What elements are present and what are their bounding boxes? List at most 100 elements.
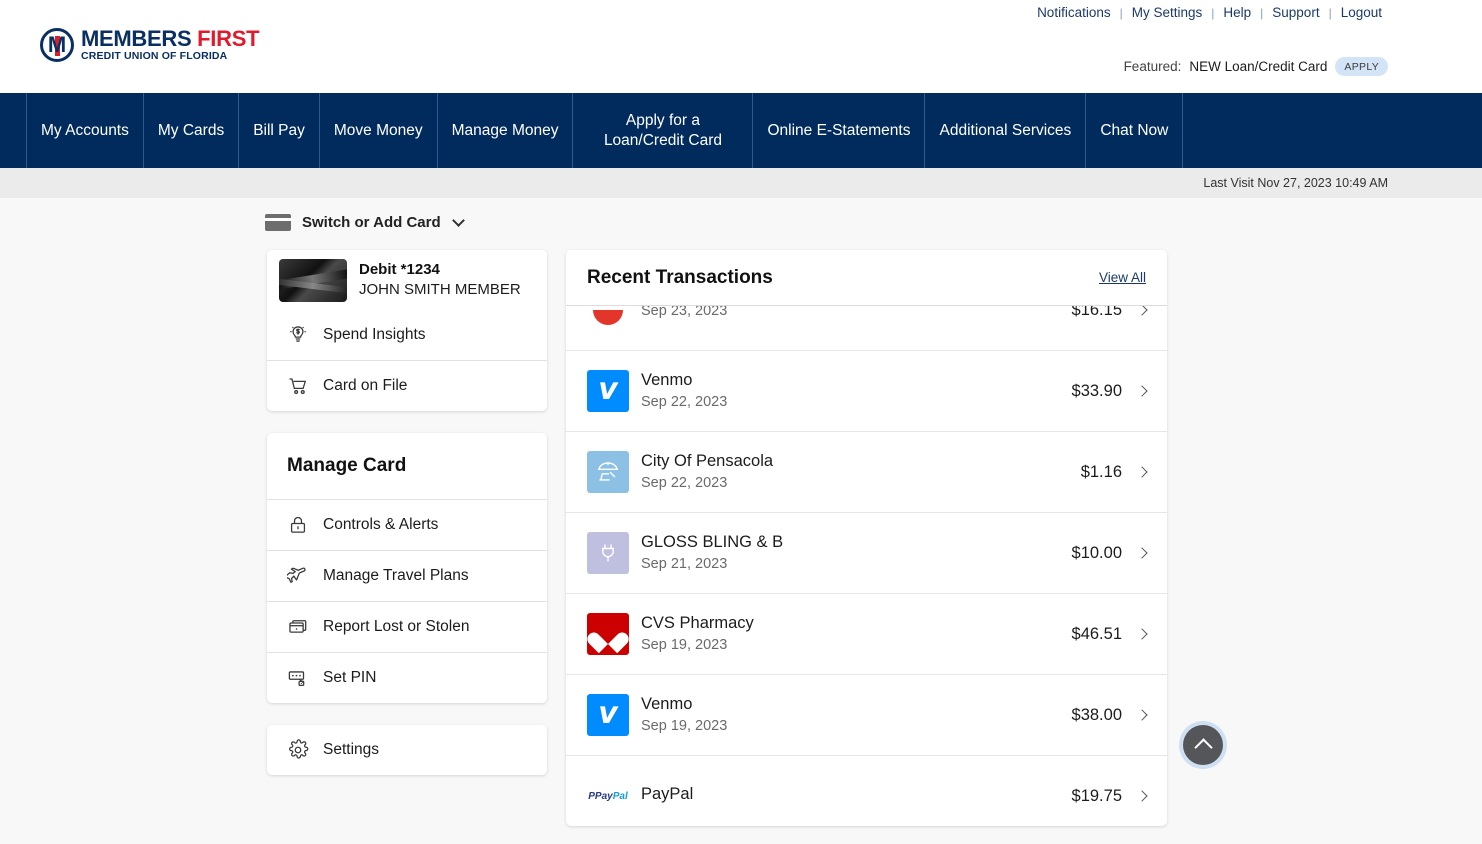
menu-label: Spend Insights bbox=[323, 326, 426, 343]
nav-my-accounts[interactable]: My Accounts bbox=[26, 93, 144, 168]
transaction-meta: Venmo Sep 22, 2023 bbox=[641, 370, 1072, 412]
transaction-date: Sep 22, 2023 bbox=[641, 394, 728, 411]
transaction-row[interactable]: CVS Pharmacy Sep 19, 2023 $46.51 bbox=[566, 594, 1167, 675]
menu-spend-insights[interactable]: Spend Insights bbox=[267, 310, 547, 360]
logo-line-1: MEMBERS FIRST bbox=[81, 26, 260, 52]
brand-logo[interactable]: M MEMBERS FIRST CREDIT UNION OF FLORIDA bbox=[40, 26, 260, 62]
logo-mark-letter: M bbox=[47, 32, 67, 57]
lightbulb-dollar-icon bbox=[287, 324, 309, 346]
chevron-right-icon[interactable] bbox=[1136, 306, 1148, 316]
gear-icon bbox=[287, 739, 309, 761]
shopping-cart-icon bbox=[287, 375, 309, 397]
transaction-row[interactable]: Sep 23, 2023 $16.15 bbox=[566, 306, 1167, 351]
chevron-right-icon[interactable] bbox=[1136, 385, 1148, 397]
featured-promo: Featured: NEW Loan/Credit Card APPLY bbox=[1124, 57, 1388, 76]
transactions-header: Recent Transactions View All bbox=[566, 250, 1167, 306]
nav-move-money[interactable]: Move Money bbox=[320, 93, 438, 168]
cards-icon bbox=[287, 616, 309, 638]
card-thumbnail-image bbox=[279, 258, 347, 302]
credit-card-icon bbox=[265, 214, 291, 231]
separator: | bbox=[1119, 5, 1123, 20]
card-panel: Debit *1234 JOHN SMITH MEMBER Spend Insi… bbox=[267, 250, 547, 411]
transaction-meta: PayPal bbox=[641, 784, 1072, 807]
link-notifications[interactable]: Notifications bbox=[1031, 5, 1117, 20]
top-header: M MEMBERS FIRST CREDIT UNION OF FLORIDA … bbox=[0, 0, 1482, 93]
venmo-icon: v bbox=[587, 694, 629, 736]
transaction-row[interactable]: v Venmo Sep 22, 2023 $33.90 bbox=[566, 351, 1167, 432]
menu-settings[interactable]: Settings bbox=[267, 725, 547, 775]
transaction-date: Sep 21, 2023 bbox=[641, 556, 728, 573]
transactions-list[interactable]: Sep 23, 2023 $16.15 v Venmo Sep 22, 2023… bbox=[566, 306, 1167, 826]
transaction-meta: CVS Pharmacy Sep 19, 2023 bbox=[641, 613, 1072, 655]
link-logout[interactable]: Logout bbox=[1335, 5, 1388, 20]
transaction-merchant: CVS Pharmacy bbox=[641, 613, 754, 632]
transaction-date: Sep 22, 2023 bbox=[641, 475, 728, 492]
nav-my-cards[interactable]: My Cards bbox=[144, 93, 240, 168]
featured-name[interactable]: NEW Loan/Credit Card bbox=[1189, 59, 1327, 74]
chevron-right-icon[interactable] bbox=[1136, 790, 1148, 802]
transaction-row[interactable]: City Of Pensacola Sep 22, 2023 $1.16 bbox=[566, 432, 1167, 513]
logo-mark-icon: M bbox=[40, 28, 74, 62]
logo-first: FIRST bbox=[197, 26, 260, 52]
view-all-link[interactable]: View All bbox=[1099, 270, 1146, 285]
nav-additional-services[interactable]: Additional Services bbox=[925, 93, 1087, 168]
separator: | bbox=[1260, 5, 1264, 20]
transaction-amount: $38.00 bbox=[1071, 705, 1122, 724]
transaction-merchant: Venmo bbox=[641, 370, 693, 389]
transaction-row[interactable]: GLOSS BLING & B Sep 21, 2023 $10.00 bbox=[566, 513, 1167, 594]
selected-card[interactable]: Debit *1234 JOHN SMITH MEMBER bbox=[267, 250, 547, 310]
menu-controls-alerts[interactable]: Controls & Alerts bbox=[267, 500, 547, 550]
chevron-right-icon[interactable] bbox=[1136, 628, 1148, 640]
transaction-merchant: Venmo bbox=[641, 694, 693, 713]
link-support[interactable]: Support bbox=[1266, 5, 1325, 20]
apply-button[interactable]: APPLY bbox=[1335, 57, 1388, 76]
chevron-right-icon[interactable] bbox=[1136, 709, 1148, 721]
manage-card-panel: Manage Card Controls & Alerts Manage Tra… bbox=[267, 433, 547, 703]
chevron-up-icon bbox=[1193, 738, 1213, 757]
menu-label: Manage Travel Plans bbox=[323, 567, 469, 584]
nav-manage-money[interactable]: Manage Money bbox=[438, 93, 574, 168]
transaction-row[interactable]: PPayPal PayPal $19.75 bbox=[566, 756, 1167, 826]
logo-members: MEMBERS bbox=[81, 26, 192, 52]
menu-card-on-file[interactable]: Card on File bbox=[267, 360, 547, 411]
transaction-merchant: GLOSS BLING & B bbox=[641, 532, 784, 551]
chevron-right-icon[interactable] bbox=[1136, 466, 1148, 478]
transaction-meta: City Of Pensacola Sep 22, 2023 bbox=[641, 451, 1081, 493]
power-plug-icon bbox=[587, 532, 629, 574]
transaction-amount: $1.16 bbox=[1080, 462, 1122, 481]
nav-apply-loan-credit-card[interactable]: Apply for a Loan/Credit Card bbox=[573, 93, 754, 168]
keypad-icon bbox=[287, 667, 309, 689]
scroll-to-top-button[interactable] bbox=[1183, 725, 1223, 765]
card-name: Debit *1234 bbox=[359, 260, 440, 278]
switch-or-add-card-button[interactable]: Switch or Add Card bbox=[265, 214, 465, 231]
nav-online-e-statements[interactable]: Online E-Statements bbox=[753, 93, 926, 168]
venmo-icon: v bbox=[587, 370, 629, 412]
menu-label: Settings bbox=[323, 741, 380, 758]
switch-card-label: Switch or Add Card bbox=[302, 214, 441, 231]
transactions-title: Recent Transactions bbox=[587, 266, 773, 288]
link-help[interactable]: Help bbox=[1217, 5, 1257, 20]
last-visit-bar: Last Visit Nov 27, 2023 10:49 AM bbox=[0, 168, 1482, 198]
nav-chat-now[interactable]: Chat Now bbox=[1086, 93, 1184, 168]
chevron-right-icon[interactable] bbox=[1136, 547, 1148, 559]
last-visit-text: Last Visit Nov 27, 2023 10:49 AM bbox=[1203, 176, 1388, 190]
transaction-row[interactable]: v Venmo Sep 19, 2023 $38.00 bbox=[566, 675, 1167, 756]
nav-filler bbox=[1183, 93, 1482, 168]
nav-bill-pay[interactable]: Bill Pay bbox=[239, 93, 320, 168]
link-my-settings[interactable]: My Settings bbox=[1126, 5, 1209, 20]
menu-set-pin[interactable]: Set PIN bbox=[267, 652, 547, 703]
menu-report-lost-or-stolen[interactable]: Report Lost or Stolen bbox=[267, 601, 547, 652]
transaction-meta: GLOSS BLING & B Sep 21, 2023 bbox=[641, 532, 1072, 574]
separator: | bbox=[1328, 5, 1332, 20]
menu-manage-travel-plans[interactable]: Manage Travel Plans bbox=[267, 550, 547, 601]
manage-card-title: Manage Card bbox=[267, 433, 547, 500]
transaction-merchant: City Of Pensacola bbox=[641, 451, 774, 470]
cvs-heart-icon bbox=[587, 613, 629, 655]
chevron-down-icon bbox=[451, 214, 465, 227]
menu-label: Card on File bbox=[323, 377, 408, 394]
transaction-amount: $16.15 bbox=[1071, 306, 1122, 319]
lock-icon bbox=[287, 514, 309, 536]
featured-label: Featured: bbox=[1123, 59, 1182, 74]
transaction-merchant: PayPal bbox=[641, 785, 694, 804]
transaction-amount: $10.00 bbox=[1071, 543, 1122, 562]
